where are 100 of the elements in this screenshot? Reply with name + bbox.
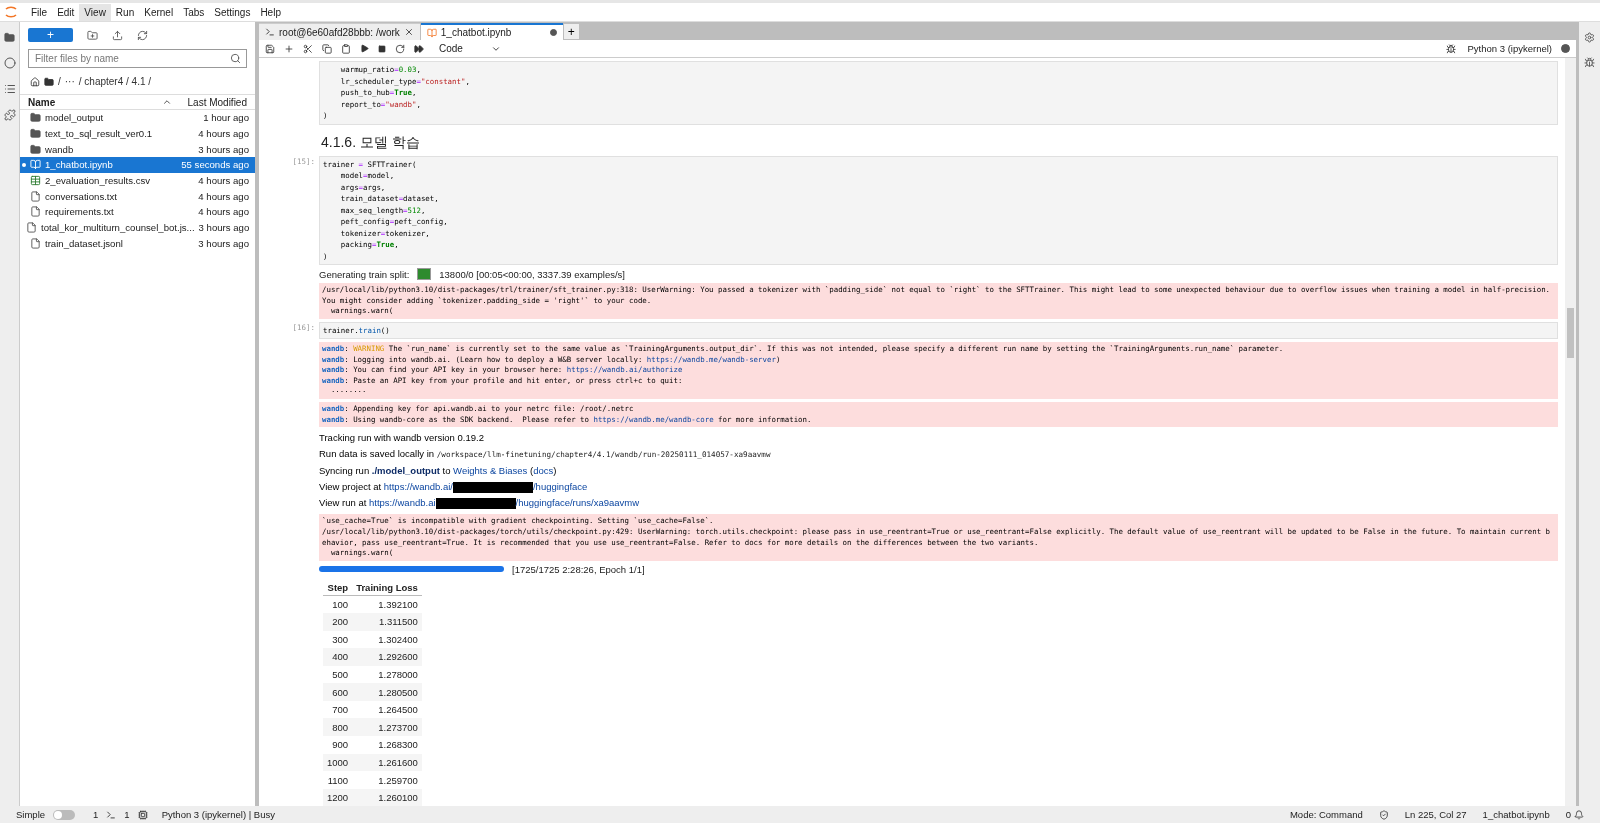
section-heading: 4.1.6. 모델 학습 bbox=[321, 132, 421, 151]
menu-item[interactable]: Edit bbox=[52, 3, 80, 21]
table-cell: 400 bbox=[323, 648, 353, 666]
link[interactable]: Weights & Biases bbox=[453, 465, 528, 477]
column-header[interactable]: Last Modified bbox=[187, 96, 247, 108]
column-header: Step bbox=[323, 579, 353, 596]
file-icon bbox=[30, 190, 41, 202]
menu-item[interactable]: Settings bbox=[209, 3, 256, 21]
settings-icon bbox=[1584, 32, 1595, 43]
list-icon bbox=[3, 83, 16, 95]
kernel-count: 1 bbox=[124, 809, 130, 820]
chip-icon bbox=[137, 809, 148, 820]
directory-entry[interactable]: total_kor_multiturn_counsel_bot.js... 3 hours ago bbox=[20, 219, 255, 236]
table-cell: 1100 bbox=[323, 771, 353, 789]
notebook-icon bbox=[426, 27, 437, 38]
column-header: Training Loss bbox=[352, 579, 422, 596]
terminal-count: 1 bbox=[93, 809, 99, 820]
folder-icon bbox=[30, 143, 41, 155]
file-icon bbox=[26, 222, 37, 234]
editor-tab[interactable]: root@6e60afd28bbb: /work bbox=[259, 23, 420, 40]
folder-icon bbox=[44, 76, 54, 87]
link[interactable]: /huggingface bbox=[532, 481, 588, 493]
output-line: View project at https://wandb.ai/ /huggingface bbox=[319, 480, 589, 496]
progress-text: 13800/0 [00:05<00:00, 3337.39 examples/s] bbox=[439, 268, 625, 280]
menu-item[interactable]: View bbox=[79, 3, 111, 21]
column-header[interactable]: Name bbox=[28, 96, 56, 108]
progress-label: Generating train split: bbox=[319, 268, 410, 280]
refresh-icon bbox=[137, 29, 148, 41]
scrollbar-thumb[interactable] bbox=[1567, 308, 1574, 358]
bell-icon bbox=[1574, 809, 1584, 820]
file-name: 1_chatbot.ipynb bbox=[1482, 809, 1550, 820]
close-icon bbox=[403, 27, 414, 37]
stop-icon bbox=[378, 44, 386, 53]
menu-item[interactable]: Help bbox=[255, 3, 286, 21]
paste-icon bbox=[341, 43, 351, 54]
copy-icon bbox=[322, 43, 332, 54]
output-line: Syncing run ./model_output to Weights & Biases (docs) bbox=[319, 464, 558, 479]
breadcrumb[interactable]: / bbox=[58, 76, 61, 87]
directory-entry[interactable]: train_dataset.jsonl 3 hours ago bbox=[20, 235, 255, 252]
directory-entry[interactable]: wandb 3 hours ago bbox=[20, 141, 255, 158]
shield-icon bbox=[1378, 809, 1389, 820]
terminal-icon bbox=[106, 809, 117, 820]
puzzle-icon bbox=[3, 109, 16, 121]
table-cell: 800 bbox=[323, 718, 353, 737]
kernel-status: Python 3 (ipykernel) | Busy bbox=[161, 809, 275, 820]
menu-item[interactable]: Run bbox=[110, 3, 140, 21]
table-cell: 900 bbox=[323, 736, 353, 754]
table-cell: 1.268300 bbox=[352, 736, 422, 754]
cursor-position[interactable]: Ln 225, Col 27 bbox=[1404, 809, 1467, 820]
folder-icon bbox=[30, 128, 41, 140]
terminal-icon bbox=[265, 27, 275, 37]
directory-entry[interactable]: 1_chatbot.ipynb 55 seconds ago bbox=[20, 157, 255, 173]
mode-label: Simple bbox=[16, 809, 46, 820]
plus-icon bbox=[284, 43, 294, 54]
search-field[interactable]: Filter files by name bbox=[28, 49, 247, 68]
home-icon bbox=[30, 76, 40, 87]
breadcrumb[interactable]: / chapter4 / 4.1 / bbox=[78, 76, 152, 87]
restart-icon bbox=[395, 43, 405, 54]
bug-icon bbox=[1584, 57, 1595, 68]
stop-circle-icon bbox=[3, 57, 16, 69]
unsaved-dot bbox=[549, 29, 557, 36]
logo-icon bbox=[4, 5, 18, 19]
kernel-label[interactable]: Python 3 (ipykernel) bbox=[1467, 43, 1552, 54]
kernel-name[interactable]: Python 3 (ipykernel) bbox=[1445, 43, 1552, 54]
editor-tab[interactable]: 1_chatbot.ipynb bbox=[420, 23, 563, 40]
table-cell: 600 bbox=[323, 683, 353, 701]
notebook-icon bbox=[30, 159, 41, 171]
folder-icon bbox=[30, 112, 41, 124]
cell-type-dropdown[interactable]: Code bbox=[439, 43, 501, 54]
mode-status: Mode: Command bbox=[1289, 809, 1363, 820]
directory-entry[interactable]: model_output 1 hour ago bbox=[20, 110, 255, 126]
table-icon bbox=[30, 175, 41, 187]
run-icon bbox=[360, 44, 369, 53]
new-folder-icon bbox=[87, 29, 98, 41]
fast-forward-icon bbox=[414, 43, 424, 54]
sort-caret-icon bbox=[161, 97, 172, 107]
progress-text: [1725/1725 2:28:26, Epoch 1/1] bbox=[512, 563, 645, 575]
bug-icon bbox=[1445, 43, 1456, 54]
table-cell: 1.292600 bbox=[352, 648, 422, 666]
directory-entry[interactable]: 2_evaluation_results.csv 4 hours ago bbox=[20, 172, 255, 189]
directory-entry[interactable]: requirements.txt 4 hours ago bbox=[20, 204, 255, 220]
new-launcher-button[interactable]: + bbox=[28, 28, 73, 42]
directory-entry[interactable]: text_to_sql_result_ver0.1 4 hours ago bbox=[20, 125, 255, 142]
folder-icon bbox=[4, 32, 15, 43]
link[interactable]: https://wandb.ai/ bbox=[383, 481, 453, 493]
menu-item[interactable]: Kernel bbox=[139, 3, 179, 21]
table-cell: 1.280500 bbox=[352, 683, 422, 701]
simple-toggle[interactable] bbox=[53, 809, 76, 820]
cut-icon bbox=[303, 43, 313, 54]
file-icon bbox=[30, 206, 41, 218]
notification-count[interactable]: 0 bbox=[1565, 809, 1571, 820]
link[interactable]: https://wandb.ai bbox=[369, 497, 436, 509]
menu-item[interactable]: File bbox=[26, 3, 53, 21]
save-icon bbox=[265, 43, 275, 54]
breadcrumb[interactable]: ··· bbox=[64, 76, 75, 87]
table-cell: 1.259700 bbox=[352, 771, 422, 789]
directory-entry[interactable]: conversations.txt 4 hours ago bbox=[20, 188, 255, 205]
add-tab-button[interactable]: + bbox=[563, 24, 579, 39]
menu-item[interactable]: Tabs bbox=[178, 3, 210, 21]
upload-icon bbox=[112, 29, 123, 41]
